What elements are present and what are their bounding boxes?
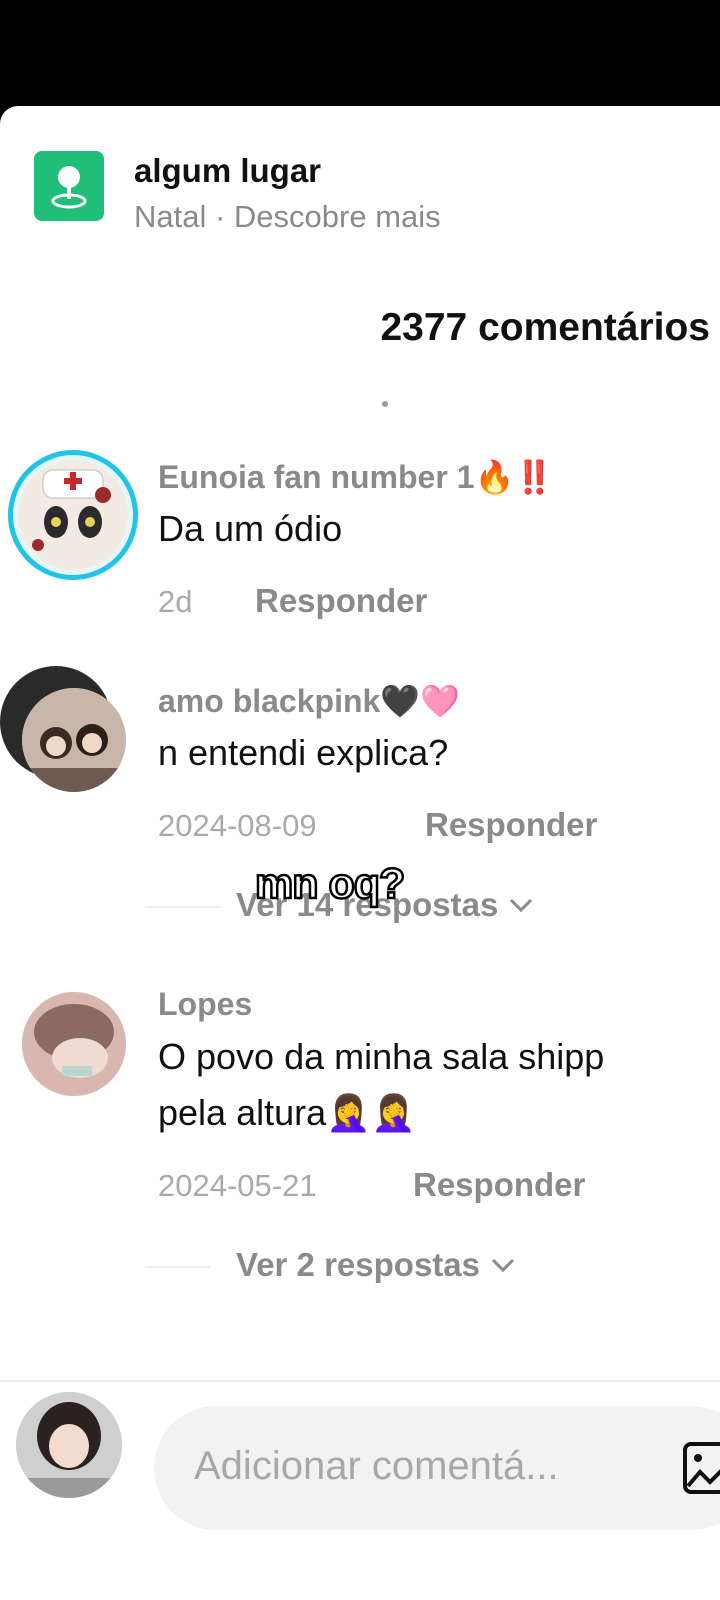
avatar[interactable] [22,992,126,1096]
comment-username[interactable]: Lopes [158,986,252,1023]
comment-time: 2d [158,584,193,619]
comment-text: Da um ódio [158,508,343,549]
replies-divider [145,1266,210,1268]
avatar[interactable] [22,688,126,792]
chevron-down-icon [491,1258,515,1273]
location-title: algum lugar [134,152,322,189]
location-subtitle[interactable]: Natal · Descobre mais [134,199,441,235]
comment-input[interactable]: Adicionar comentá... [154,1406,720,1530]
comment-text: pela altura🤦‍♀️🤦‍♀️ [158,1092,416,1133]
comment-input-placeholder: Adicionar comentá... [194,1444,559,1488]
comment-time: 2024-05-21 [158,1168,317,1203]
loading-dot [382,401,388,407]
reply-button[interactable]: Responder [413,1166,585,1204]
comments-sheet: algum lugar Natal · Descobre mais 2377 c… [0,106,720,1600]
comments-count: 2377 comentários [380,306,710,349]
location-header[interactable]: algum lugar Natal · Descobre mais [34,151,441,235]
reply-button[interactable]: Responder [255,582,427,620]
image-icon[interactable] [682,1440,720,1496]
view-replies-label: Ver 2 respostas [236,1246,480,1283]
comment-text: n entendi explica? [158,732,449,773]
chevron-down-icon [510,898,533,913]
avatar[interactable] [8,450,138,580]
user-avatar[interactable] [16,1392,122,1498]
comment-text: O povo da minha sala shipp [158,1036,605,1077]
replies-divider [145,906,220,908]
view-replies-button[interactable]: Ver 2 respostas [236,1246,516,1284]
reply-button[interactable]: Responder [425,806,597,844]
video-caption: mn oq? [254,859,407,910]
comment-input-bar: Adicionar comentá... [0,1382,720,1600]
comment-username[interactable]: Eunoia fan number 1🔥‼️ [158,458,554,496]
location-pin-icon [34,151,104,221]
comment-time: 2024-08-09 [158,808,317,843]
comment-username[interactable]: amo blackpink🖤🩷 [158,682,460,720]
